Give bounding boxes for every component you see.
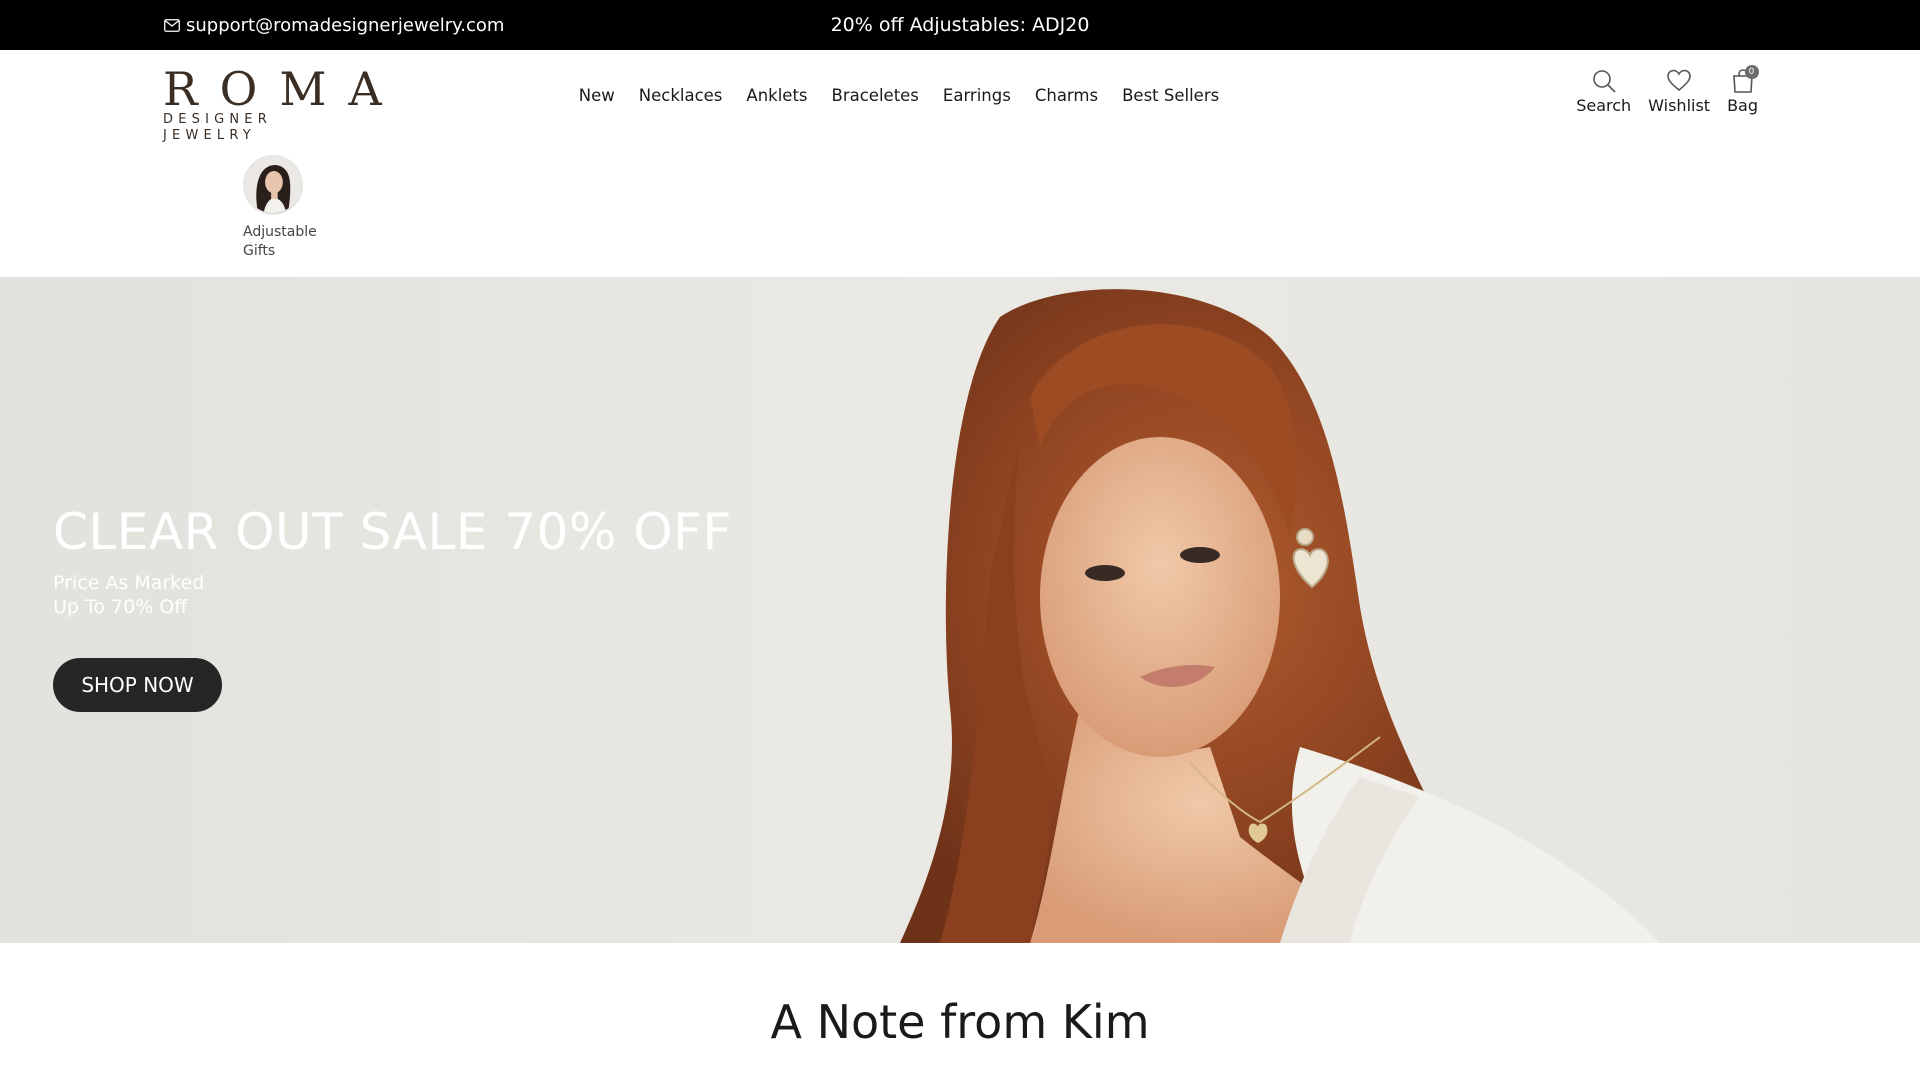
promo-text: 20% off Adjustables: ADJ20: [830, 14, 1090, 36]
search-button[interactable]: Search: [1576, 68, 1631, 115]
hero-image: [0, 277, 1920, 943]
story-strip: Adjustable Gifts: [0, 145, 1920, 277]
nav-item-earrings[interactable]: Earrings: [943, 86, 1011, 105]
note-title: A Note from Kim: [770, 995, 1150, 1049]
story-avatar: [243, 155, 303, 215]
bag-icon-wrap: 0: [1730, 65, 1759, 94]
hero-subtitle-line-1: Price As Marked: [53, 572, 205, 594]
hero-title: CLEAR OUT SALE 70% OFF: [53, 503, 732, 561]
story-adjustable-gifts[interactable]: Adjustable Gifts: [243, 155, 319, 261]
shop-now-button[interactable]: SHOP NOW: [53, 658, 222, 712]
logo-tagline: DESIGNER JEWELRY: [163, 112, 272, 143]
hero-subtitle: Price As Marked Up To 70% Off: [53, 571, 204, 619]
bag-button[interactable]: 0 Bag: [1727, 65, 1759, 115]
wishlist-button[interactable]: Wishlist: [1648, 68, 1710, 115]
heart-icon: [1667, 69, 1691, 92]
search-label: Search: [1576, 96, 1632, 115]
nav-item-best-sellers[interactable]: Best Sellers: [1122, 86, 1219, 105]
nav-item-charms[interactable]: Charms: [1035, 86, 1098, 105]
search-icon: [1592, 70, 1616, 93]
bag-count-badge: 0: [1744, 65, 1759, 79]
site-header: ROMA DESIGNER JEWELRY New Necklaces Ankl…: [0, 50, 1920, 145]
hero-banner: CLEAR OUT SALE 70% OFF Price As Marked U…: [0, 277, 1920, 943]
nav-item-new[interactable]: New: [579, 86, 615, 105]
nav-item-necklaces[interactable]: Necklaces: [639, 86, 723, 105]
hero-subtitle-line-2: Up To 70% Off: [53, 596, 188, 618]
nav-item-bracelets[interactable]: Braceletes: [832, 86, 919, 105]
header-tools: Search Wishlist 0 Bag: [1576, 65, 1759, 115]
wishlist-label: Wishlist: [1648, 96, 1711, 115]
announcement-bar: support@romadesignerjewelry.com 20% off …: [0, 0, 1920, 50]
bag-label: Bag: [1727, 96, 1758, 115]
note-section: A Note from Kim: [0, 943, 1920, 1080]
story-avatar-image: [245, 157, 301, 213]
story-label: Adjustable Gifts: [243, 224, 317, 259]
nav-item-anklets[interactable]: Anklets: [746, 86, 807, 105]
